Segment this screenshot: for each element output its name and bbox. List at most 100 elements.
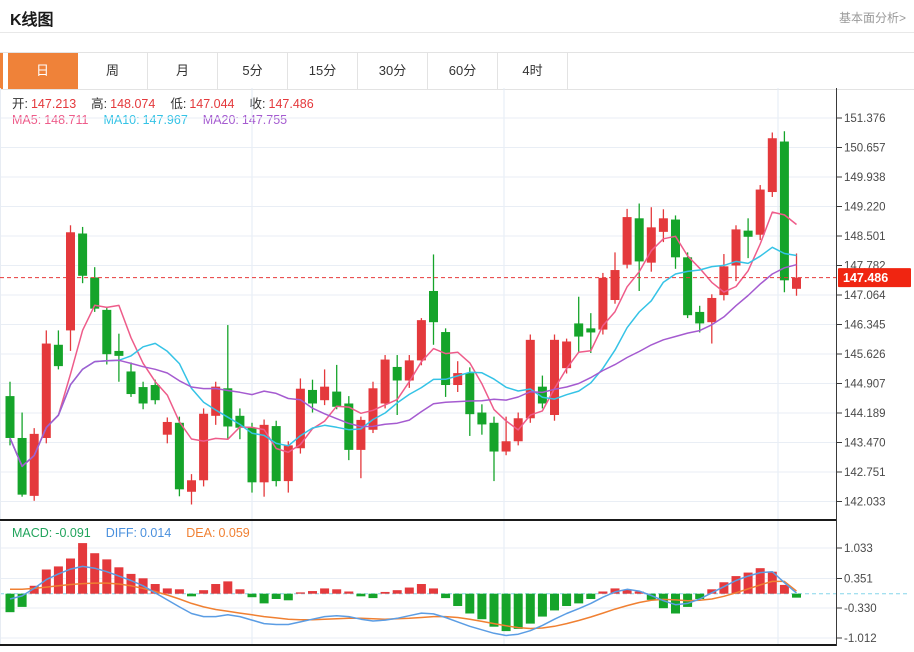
price-axis-label: 145.626 <box>844 349 886 361</box>
macd-bar <box>477 593 487 620</box>
candle-body <box>658 218 668 232</box>
macd-bar <box>429 588 438 594</box>
price-axis-label: 149.220 <box>844 201 886 213</box>
price-axis-label: 144.907 <box>844 378 886 390</box>
price-axis-label: 148.501 <box>844 231 886 243</box>
candle-body <box>90 277 100 309</box>
candle-body <box>477 412 487 425</box>
candle-body <box>380 359 390 404</box>
price-axis-label: 144.189 <box>844 408 886 420</box>
macd-bar <box>404 587 414 594</box>
macd-bar <box>525 593 535 624</box>
candle-body <box>707 297 717 323</box>
candle-body <box>320 386 330 401</box>
tab-60分[interactable]: 60分 <box>428 53 498 89</box>
period-tabbar: 日周月 5分 15分 30分 60分 4时 <box>0 52 914 90</box>
macd-bar <box>247 593 257 598</box>
macd-bar <box>295 592 305 594</box>
macd-bar <box>66 558 75 594</box>
candle-body <box>441 332 451 386</box>
widget-header: K线图 基本面分析> <box>0 0 914 33</box>
macd-axis-label: -0.330 <box>844 603 877 615</box>
macd-bar <box>380 591 390 594</box>
candle-body <box>78 233 88 276</box>
candle-body <box>429 290 438 323</box>
kline-widget: K线图 基本面分析> 日周月 5分 15分 30分 60分 4时 开: 147.213 高: 1… <box>0 0 914 652</box>
macd-axis-label: 0.351 <box>844 573 873 585</box>
candle-body <box>392 366 402 381</box>
macd-bar <box>574 593 584 604</box>
candle-body <box>731 229 741 266</box>
candle-body <box>5 396 15 438</box>
macd-bar <box>199 590 209 594</box>
macd-bar <box>368 593 378 599</box>
candle-body <box>332 391 342 407</box>
macd-bar <box>356 593 366 597</box>
tab-周[interactable]: 周 <box>78 53 148 89</box>
tab-5分[interactable]: 5分 <box>218 53 288 89</box>
price-axis-label: 151.376 <box>844 113 886 125</box>
macd-bar <box>308 591 317 594</box>
price-axis-label: 150.657 <box>844 142 886 154</box>
current-price-badge-value: 147.486 <box>843 271 888 285</box>
macd-bar <box>78 543 88 594</box>
price-axis-label: 147.064 <box>844 290 886 302</box>
price-axis-label: 142.033 <box>844 497 886 509</box>
page-title: K线图 <box>10 12 54 29</box>
macd-bar <box>441 593 451 599</box>
price-axis-label: 146.345 <box>844 319 886 331</box>
tab-日[interactable]: 日 <box>8 53 78 89</box>
candle-body <box>489 422 499 452</box>
kline-chart-canvas[interactable]: 151.376150.657149.938149.220148.501147.7… <box>0 88 914 652</box>
candle-body <box>138 387 148 404</box>
macd-bar <box>235 589 245 594</box>
candle-body <box>187 480 196 492</box>
candle-body <box>634 218 644 262</box>
tabbar-accent-edge <box>0 53 3 89</box>
macd-bar <box>562 593 572 607</box>
candle-body <box>695 311 705 324</box>
macd-bar <box>5 593 15 613</box>
macd-bar <box>320 588 330 594</box>
candle-body <box>199 413 209 481</box>
candle-body <box>344 403 354 450</box>
macd-panel-bottom-border <box>0 644 836 646</box>
macd-bar <box>344 591 354 594</box>
tab-月[interactable]: 月 <box>148 53 218 89</box>
candle-body <box>622 217 632 265</box>
macd-bar <box>211 584 221 594</box>
macd-bar <box>465 593 475 614</box>
candle-body <box>465 373 475 415</box>
tab-15分[interactable]: 15分 <box>288 53 358 89</box>
candle-body <box>755 189 765 235</box>
price-axis-label: 149.938 <box>844 172 886 184</box>
tab-4时[interactable]: 4时 <box>498 53 568 89</box>
tab-30分[interactable]: 30分 <box>358 53 428 89</box>
macd-bar <box>537 593 547 617</box>
candle-body <box>308 389 317 404</box>
macd-bar <box>162 588 172 594</box>
macd-bar <box>416 584 426 594</box>
macd-bar <box>392 590 402 594</box>
candle-body <box>743 230 753 237</box>
candle-body <box>501 441 511 452</box>
macd-bar <box>174 589 184 594</box>
macd-bar <box>598 591 608 594</box>
macd-bar <box>792 593 801 598</box>
candle-body <box>356 419 366 450</box>
macd-bar <box>271 593 281 599</box>
macd-bar <box>102 559 112 594</box>
macd-bar <box>550 593 559 611</box>
candle-body <box>174 422 184 490</box>
candle-body <box>247 427 257 483</box>
fundamental-analysis-link[interactable]: 基本面分析> <box>839 9 906 26</box>
candle-body <box>586 328 596 333</box>
macd-bar <box>223 581 233 594</box>
ma10-line <box>9 246 797 468</box>
candle-body <box>29 433 39 496</box>
macd-bar <box>187 593 196 597</box>
candle-body <box>416 320 426 361</box>
macd-bar <box>586 593 596 599</box>
price-axis-label: 142.751 <box>844 467 886 479</box>
macd-bar <box>283 593 293 601</box>
